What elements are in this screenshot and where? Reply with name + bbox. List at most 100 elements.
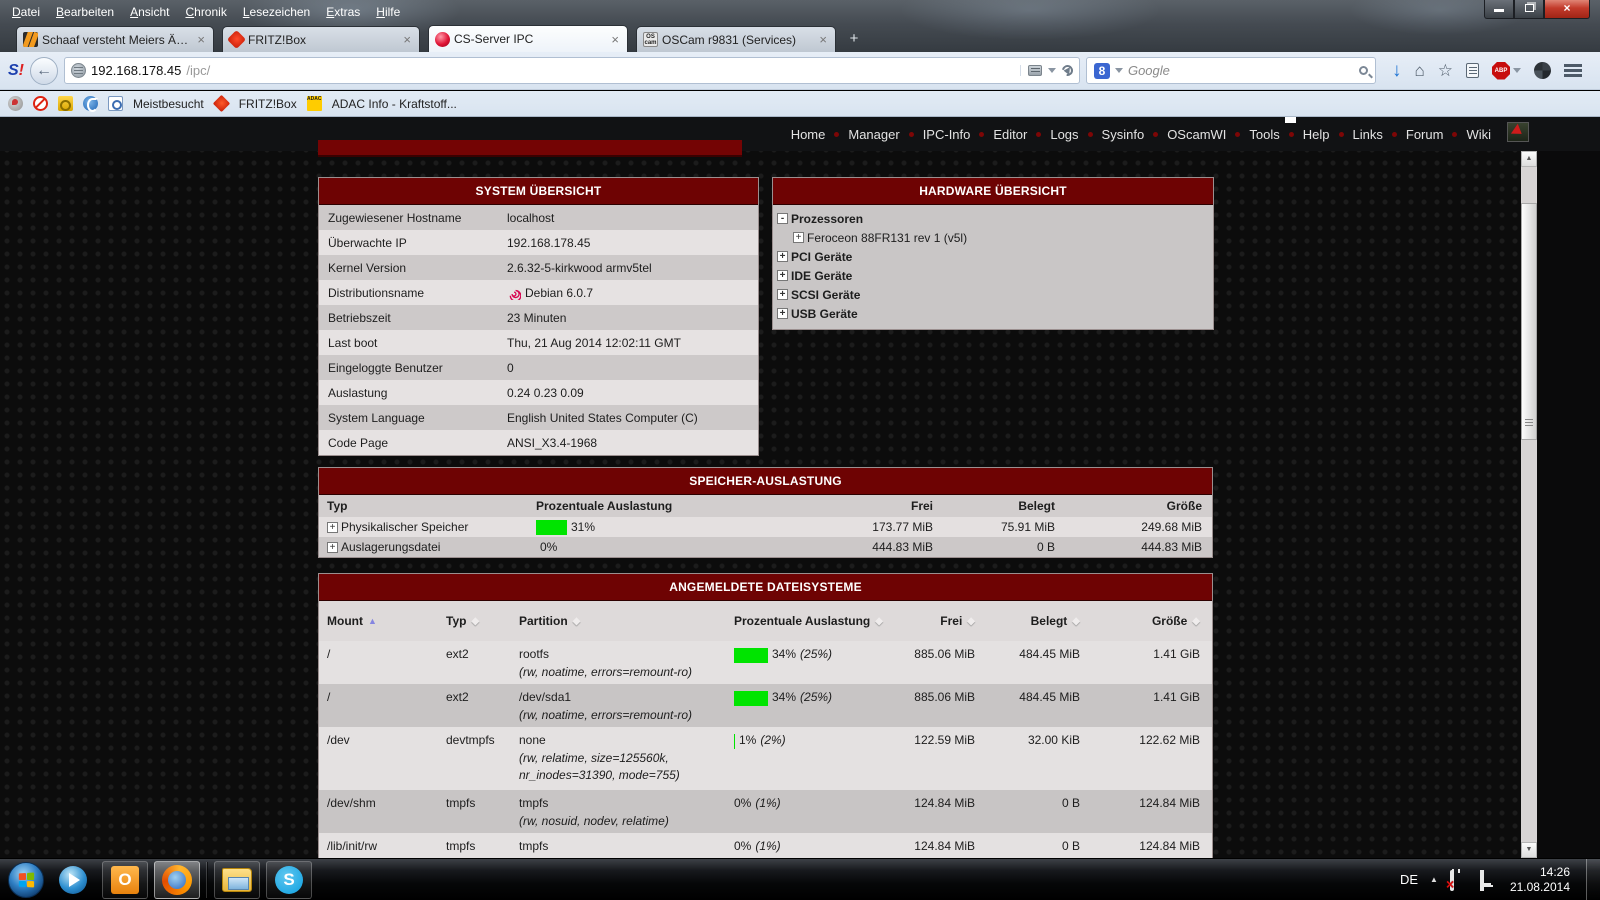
tab-schaaf[interactable]: Schaaf versteht Meiers Ärg... × xyxy=(16,26,214,52)
debian-logo-icon xyxy=(507,286,521,300)
scroll-down-icon[interactable]: ▼ xyxy=(1521,842,1537,858)
menu-datei[interactable]: Datei xyxy=(4,2,48,22)
adblock-plus-button[interactable]: ABP xyxy=(1492,62,1521,80)
tree-expand-icon[interactable]: + xyxy=(327,522,338,533)
search-bar[interactable]: 8 Google xyxy=(1086,57,1376,84)
power-plug-icon[interactable]: × xyxy=(1450,872,1468,888)
back-button[interactable]: ← xyxy=(30,57,58,85)
nav-oscamwi[interactable]: OScamWI xyxy=(1158,127,1235,142)
taskbar-explorer[interactable] xyxy=(214,861,260,899)
tab-close-icon[interactable]: × xyxy=(609,32,621,47)
session-addon-icon[interactable]: S! xyxy=(8,62,24,80)
bookmark-fritzbox[interactable]: FRITZ!Box xyxy=(239,97,297,111)
tab-oscam[interactable]: OS cam OSCam r9831 (Services) × xyxy=(636,26,836,52)
key-icon[interactable] xyxy=(58,96,73,111)
tree-item-feroceon[interactable]: +Feroceon 88FR131 rev 1 (v5l) xyxy=(777,228,1213,247)
tree-item-pci[interactable]: +PCI Geräte xyxy=(777,247,1213,266)
google-engine-icon[interactable]: 8 xyxy=(1094,63,1110,79)
nav-ipc-info[interactable]: IPC-Info xyxy=(914,127,980,142)
scrollbar-thumb[interactable] xyxy=(1521,203,1537,440)
abp-dropdown-icon[interactable] xyxy=(1513,68,1521,73)
tab-cs-server-ipc[interactable]: CS-Server IPC × xyxy=(428,25,628,52)
menu-bearbeiten[interactable]: Bearbeiten xyxy=(48,2,122,22)
url-bar[interactable]: 192.168.178.45 /ipc/ xyxy=(64,57,1080,84)
sort-header-frei[interactable]: Frei◆ xyxy=(906,614,981,628)
tab-title: Schaaf versteht Meiers Ärg... xyxy=(38,33,195,47)
reading-list-icon[interactable] xyxy=(1466,63,1479,78)
menu-ansicht[interactable]: Ansicht xyxy=(122,2,177,22)
menu-hamburger-icon[interactable] xyxy=(1564,64,1582,77)
new-tab-button[interactable]: + xyxy=(842,30,866,49)
nav-help[interactable]: Help xyxy=(1294,127,1339,142)
start-button[interactable] xyxy=(8,862,44,898)
most-visited-folder-icon[interactable] xyxy=(108,96,123,111)
close-button[interactable]: × xyxy=(1544,0,1590,19)
show-desktop-button[interactable] xyxy=(1586,859,1600,900)
minimize-button[interactable] xyxy=(1484,0,1514,19)
restore-button[interactable] xyxy=(1514,0,1544,19)
tree-item-scsi[interactable]: +SCSI Geräte xyxy=(777,285,1213,304)
language-indicator[interactable]: DE xyxy=(1400,872,1418,887)
sort-header-mount[interactable]: Mount▲ xyxy=(319,614,438,628)
bookmark-star-icon[interactable]: ☆ xyxy=(1438,62,1453,79)
home-icon[interactable]: ⌂ xyxy=(1414,62,1424,79)
swirl-addon-icon[interactable] xyxy=(83,96,98,111)
tree-expand-icon[interactable]: + xyxy=(793,232,804,243)
tree-expand-icon[interactable]: + xyxy=(777,289,788,300)
tree-expand-icon[interactable]: + xyxy=(777,270,788,281)
downloads-icon[interactable]: ↓ xyxy=(1392,61,1402,80)
nav-tools[interactable]: Tools xyxy=(1240,127,1288,142)
tab-close-icon[interactable]: × xyxy=(401,32,413,47)
menu-chronik[interactable]: Chronik xyxy=(177,2,234,22)
scroll-up-icon[interactable]: ▲ xyxy=(1521,151,1537,167)
bookmark-adac[interactable]: ADAC Info - Kraftstoff... xyxy=(332,97,457,111)
taskbar-outlook[interactable]: O xyxy=(102,861,148,899)
tree-item-ide[interactable]: +IDE Geräte xyxy=(777,266,1213,285)
network-icon[interactable] xyxy=(1480,872,1498,888)
browser-titlebar: Datei Bearbeiten Ansicht Chronik Lesezei… xyxy=(0,0,1600,52)
taskbar-firefox[interactable] xyxy=(154,861,200,899)
nav-forum[interactable]: Forum xyxy=(1397,127,1453,142)
bookmark-meistbesucht[interactable]: Meistbesucht xyxy=(133,97,204,111)
reload-icon[interactable] xyxy=(1060,63,1075,78)
engine-dropdown-icon[interactable] xyxy=(1115,68,1123,73)
tree-item-usb[interactable]: +USB Geräte xyxy=(777,304,1213,323)
language-flag-icon[interactable] xyxy=(1507,122,1529,142)
nav-editor[interactable]: Editor xyxy=(984,127,1036,142)
tab-fritzbox[interactable]: FRITZ!Box × xyxy=(222,26,420,52)
nav-wiki[interactable]: Wiki xyxy=(1457,127,1500,142)
sort-header-pct[interactable]: Prozentuale Auslastung◆ xyxy=(726,614,906,628)
menu-extras[interactable]: Extras xyxy=(318,2,368,22)
tray-expand-icon[interactable]: ▲ xyxy=(1430,875,1438,884)
menu-hilfe[interactable]: Hilfe xyxy=(368,2,408,22)
nav-logs[interactable]: Logs xyxy=(1041,127,1087,142)
tree-item-prozessoren[interactable]: -Prozessoren xyxy=(777,209,1213,228)
tree-expand-icon[interactable]: + xyxy=(777,251,788,262)
nav-manager[interactable]: Manager xyxy=(839,127,908,142)
addon-globe-icon[interactable] xyxy=(8,96,23,111)
tab-close-icon[interactable]: × xyxy=(817,32,829,47)
clock[interactable]: 14:26 21.08.2014 xyxy=(1510,865,1574,895)
taskbar-skype[interactable]: S xyxy=(266,861,312,899)
search-icon[interactable] xyxy=(1359,66,1368,75)
sort-header-typ[interactable]: Typ◆ xyxy=(438,614,511,628)
sort-header-belegt[interactable]: Belegt◆ xyxy=(981,614,1086,628)
taskbar-media-player[interactable] xyxy=(50,861,96,899)
sort-asc-icon: ▲ xyxy=(368,616,377,626)
proxy-icon[interactable] xyxy=(1028,65,1042,76)
site-identity-globe-icon[interactable] xyxy=(71,63,86,78)
tab-close-icon[interactable]: × xyxy=(195,32,207,47)
pinwheel-addon-icon[interactable] xyxy=(1534,62,1551,79)
tree-expand-icon[interactable]: + xyxy=(327,542,338,553)
page-scrollbar[interactable]: ▲ ▼ xyxy=(1521,151,1537,858)
tree-collapse-icon[interactable]: - xyxy=(777,213,788,224)
nav-sysinfo[interactable]: Sysinfo xyxy=(1093,127,1154,142)
block-icon[interactable] xyxy=(33,96,48,111)
sort-header-partition[interactable]: Partition◆ xyxy=(511,614,726,628)
url-dropdown-icon[interactable] xyxy=(1048,68,1056,73)
nav-links[interactable]: Links xyxy=(1344,127,1392,142)
tree-expand-icon[interactable]: + xyxy=(777,308,788,319)
sort-header-groesse[interactable]: Größe◆ xyxy=(1086,614,1206,628)
menu-lesezeichen[interactable]: Lesezeichen xyxy=(235,2,318,22)
nav-home[interactable]: Home xyxy=(782,127,835,142)
